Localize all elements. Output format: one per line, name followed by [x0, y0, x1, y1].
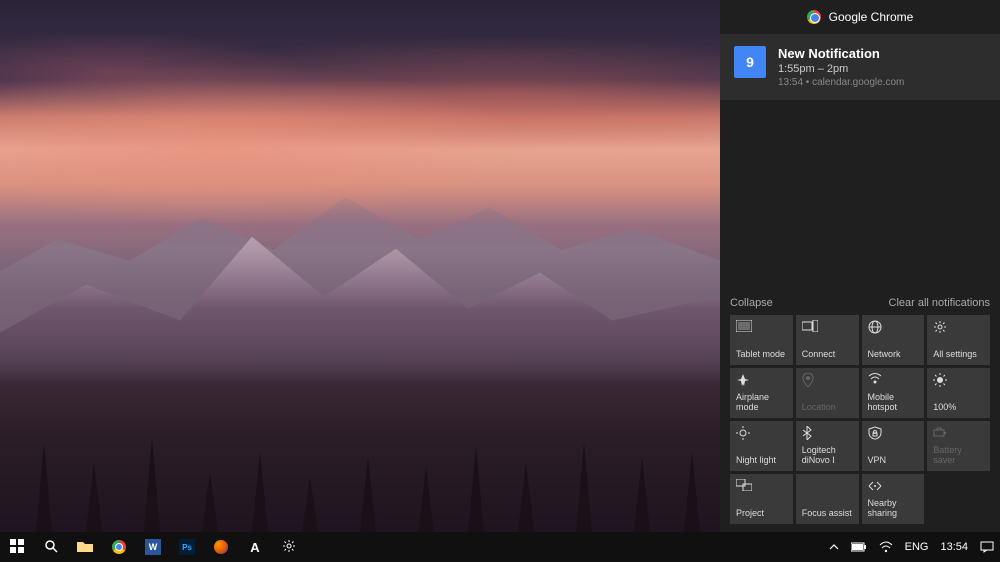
quick-action-label: Battery saver: [933, 446, 984, 466]
quick-action-settings[interactable]: All settings: [927, 315, 990, 365]
gear-icon: [282, 539, 296, 556]
taskbar-settings[interactable]: [272, 532, 306, 562]
tablet-icon: [736, 320, 787, 336]
nearby-icon: [868, 479, 919, 495]
quick-action-airplane[interactable]: Airplane mode: [730, 368, 793, 418]
quick-action-battery: Battery saver: [927, 421, 990, 471]
taskbar-firefox[interactable]: [204, 532, 238, 562]
quick-action-label: Night light: [736, 456, 787, 466]
quick-action-network[interactable]: Network: [862, 315, 925, 365]
quick-action-label: Focus assist: [802, 509, 853, 519]
quick-action-connect[interactable]: Connect: [796, 315, 859, 365]
quick-action-nightlight[interactable]: Night light: [730, 421, 793, 471]
notification-card[interactable]: 9 New Notification 1:55pm – 2pm 13:54 • …: [720, 34, 1000, 100]
notification-meta: 13:54 • calendar.google.com: [778, 77, 986, 88]
desktop-wallpaper[interactable]: [0, 0, 720, 532]
letter-a-icon: A: [250, 540, 259, 555]
quick-action-location: Location: [796, 368, 859, 418]
quick-action-vpn[interactable]: VPN: [862, 421, 925, 471]
tray-wifi-icon[interactable]: [873, 532, 899, 562]
tray-language[interactable]: ENG: [899, 532, 935, 562]
folder-icon: [77, 539, 93, 555]
quick-action-label: Tablet mode: [736, 350, 787, 360]
taskbar-word[interactable]: W: [136, 532, 170, 562]
tray-clock[interactable]: 13:54: [934, 532, 974, 562]
quick-action-project[interactable]: Project: [730, 474, 793, 524]
quick-action-label: Nearby sharing: [868, 499, 919, 519]
quick-action-label: Network: [868, 350, 919, 360]
windows-icon: [10, 539, 24, 556]
notification-time-range: 1:55pm – 2pm: [778, 63, 986, 75]
settings-icon: [933, 320, 984, 336]
battery-icon: [933, 426, 984, 442]
quick-action-label: Mobile hotspot: [868, 393, 919, 413]
tray-action-center-icon[interactable]: [974, 532, 1000, 562]
quick-action-label: Connect: [802, 350, 853, 360]
taskbar-file-explorer[interactable]: [68, 532, 102, 562]
hotspot-icon: [868, 373, 919, 389]
taskbar-search[interactable]: [34, 532, 68, 562]
calendar-day: 9: [746, 54, 754, 70]
quick-action-bluetooth[interactable]: Logitech diNovo I: [796, 421, 859, 471]
project-icon: [736, 479, 787, 495]
nightlight-icon: [736, 426, 787, 442]
location-icon: [802, 373, 853, 389]
brightness-icon: [933, 373, 984, 389]
calendar-icon: 9: [734, 46, 766, 78]
taskbar-photoshop[interactable]: Ps: [170, 532, 204, 562]
search-icon: [44, 539, 58, 556]
bluetooth-icon: [802, 426, 853, 442]
quick-action-brightness[interactable]: 100%: [927, 368, 990, 418]
quick-action-focus[interactable]: Focus assist: [796, 474, 859, 524]
clear-all-link[interactable]: Clear all notifications: [889, 297, 991, 309]
quick-action-label: Airplane mode: [736, 393, 787, 413]
quick-action-label: VPN: [868, 456, 919, 466]
notification-app-name: Google Chrome: [829, 10, 914, 24]
quick-action-label: Logitech diNovo I: [802, 446, 853, 466]
collapse-link[interactable]: Collapse: [730, 297, 773, 309]
focus-icon: [802, 479, 853, 495]
quick-action-label: All settings: [933, 350, 984, 360]
taskbar-chrome[interactable]: [102, 532, 136, 562]
connect-icon: [802, 320, 853, 336]
quick-action-tablet[interactable]: Tablet mode: [730, 315, 793, 365]
quick-action-label: Location: [802, 403, 853, 413]
ps-icon: Ps: [179, 539, 195, 555]
quick-action-hotspot[interactable]: Mobile hotspot: [862, 368, 925, 418]
tray-battery-icon[interactable]: [845, 532, 873, 562]
quick-action-label: 100%: [933, 403, 984, 413]
vpn-icon: [868, 426, 919, 442]
tray-chevron[interactable]: [823, 532, 845, 562]
taskbar: W Ps A ENG 13:54: [0, 532, 1000, 562]
airplane-icon: [736, 373, 787, 389]
word-icon: W: [145, 539, 161, 555]
firefox-icon: [214, 540, 228, 554]
chrome-icon: [807, 10, 821, 24]
notification-title: New Notification: [778, 46, 986, 61]
taskbar-app-a[interactable]: A: [238, 532, 272, 562]
chrome-icon: [112, 540, 126, 554]
quick-action-nearby[interactable]: Nearby sharing: [862, 474, 925, 524]
action-center-panel: Google Chrome 9 New Notification 1:55pm …: [720, 0, 1000, 532]
quick-action-label: Project: [736, 509, 787, 519]
quick-actions-grid: Tablet mode Connect Network All settings Air…: [730, 315, 990, 524]
taskbar-start[interactable]: [0, 532, 34, 562]
notification-app-header: Google Chrome: [720, 0, 1000, 34]
network-icon: [868, 320, 919, 336]
